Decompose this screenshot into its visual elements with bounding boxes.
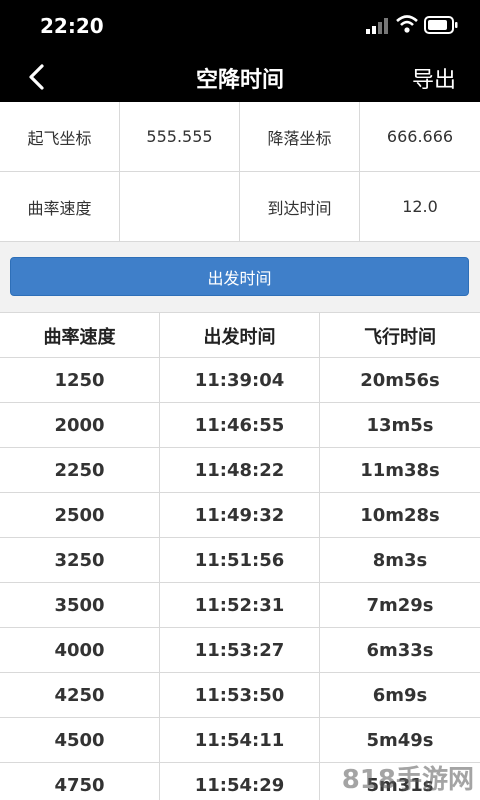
table-row[interactable]: 3500 11:52:31 7m29s: [0, 582, 480, 628]
table-row[interactable]: 2250 11:48:22 11m38s: [0, 447, 480, 493]
flight-time-cell: 6m33s: [366, 640, 434, 661]
table-row[interactable]: 1250 11:39:04 20m56s: [0, 357, 480, 403]
header-depart-time: 出发时间: [160, 313, 320, 358]
curve-speed-cell: 4000: [0, 628, 160, 673]
curve-speed-cell: 3500: [0, 583, 160, 628]
flight-time-cell: 7m29s: [366, 595, 434, 616]
depart-time-cell: 11:53:27: [160, 628, 320, 673]
table-row[interactable]: 4000 11:53:27 6m33s: [0, 627, 480, 673]
depart-time-cell: 11:39:04: [160, 358, 320, 403]
curve-speed-label: 曲率速度: [0, 172, 120, 242]
status-bar: 22:20: [0, 0, 480, 52]
depart-time-cell: 11:48:22: [160, 448, 320, 493]
table-header: 曲率速度 出发时间 飞行时间: [0, 312, 480, 358]
depart-time-cell: 11:51:56: [160, 538, 320, 583]
curve-speed-cell: 2250: [0, 448, 160, 493]
flight-time-cell: 20m56s: [360, 370, 440, 391]
takeoff-input[interactable]: 555.555: [120, 102, 240, 172]
table-row[interactable]: 3250 11:51:56 8m3s: [0, 537, 480, 583]
wifi-icon: [396, 15, 418, 33]
curve-speed-input[interactable]: [120, 172, 240, 242]
page-title: 空降时间: [195, 68, 284, 93]
curve-speed-cell: 1250: [0, 358, 160, 403]
table-row[interactable]: 2500 11:49:32 10m28s: [0, 492, 480, 538]
curve-speed-cell: 4750: [0, 763, 160, 800]
coordinate-form: 起飞坐标 555.555 降落坐标 666.666 曲率速度 到达时间 12.0: [0, 102, 480, 242]
table-row[interactable]: 2000 11:46:55 13m5s: [0, 402, 480, 448]
depart-time-button[interactable]: 出发时间: [10, 257, 469, 296]
depart-time-cell: 11:46:55: [160, 403, 320, 448]
table-row[interactable]: 4250 11:53:50 6m9s: [0, 672, 480, 718]
landing-input[interactable]: 666.666: [360, 102, 480, 172]
arrival-time-label: 到达时间: [240, 172, 360, 242]
depart-time-cell: 11:54:29: [160, 763, 320, 800]
flight-time-cell: 6m9s: [372, 685, 428, 706]
flight-time-cell: 13m5s: [366, 415, 434, 436]
status-time: 22:20: [40, 14, 104, 38]
depart-time-cell: 11:52:31: [160, 583, 320, 628]
curve-speed-cell: 2000: [0, 403, 160, 448]
results-table: 曲率速度 出发时间 飞行时间 1250 11:39:04 20m56s 2000…: [0, 312, 480, 800]
depart-time-cell: 11:54:11: [160, 718, 320, 763]
curve-speed-cell: 4500: [0, 718, 160, 763]
signal-icon: [366, 18, 388, 34]
header-curve-speed: 曲率速度: [0, 313, 160, 358]
flight-time-cell: 10m28s: [360, 505, 440, 526]
curve-speed-cell: 4250: [0, 673, 160, 718]
landing-label: 降落坐标: [240, 102, 360, 172]
curve-speed-cell: 3250: [0, 538, 160, 583]
flight-time-cell: 5m49s: [366, 730, 434, 751]
curve-speed-cell: 2500: [0, 493, 160, 538]
takeoff-label: 起飞坐标: [0, 102, 120, 172]
watermark-logo: 818手游网: [341, 765, 474, 795]
battery-icon: [424, 16, 458, 34]
table-row[interactable]: 4500 11:54:11 5m49s: [0, 717, 480, 763]
flight-time-cell: 8m3s: [372, 550, 428, 571]
flight-time-cell: 11m38s: [360, 460, 440, 481]
header-flight-time: 飞行时间: [364, 326, 436, 348]
depart-time-cell: 11:49:32: [160, 493, 320, 538]
depart-time-cell: 11:53:50: [160, 673, 320, 718]
export-button[interactable]: 导出: [412, 62, 456, 94]
arrival-time-input[interactable]: 12.0: [360, 172, 480, 242]
nav-bar: 空降时间 导出: [0, 52, 480, 102]
